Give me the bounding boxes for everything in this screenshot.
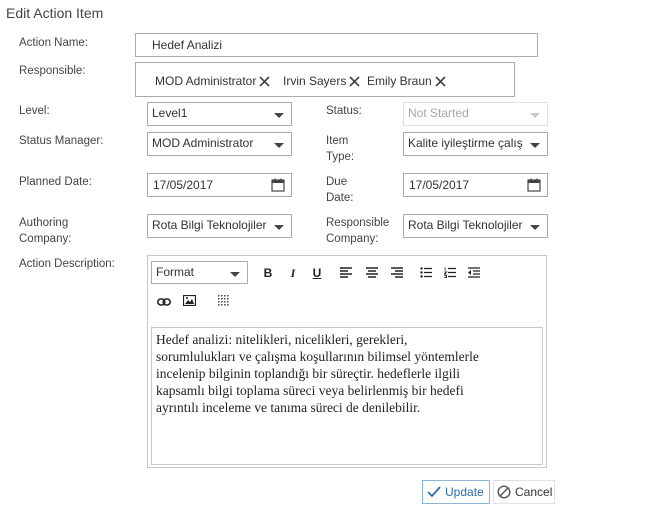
- chevron-down-icon: [530, 113, 540, 118]
- close-icon[interactable]: [259, 76, 270, 90]
- table-icon[interactable]: [216, 295, 232, 310]
- item-type-label: Item Type:: [326, 133, 354, 165]
- chevron-down-icon: [530, 143, 540, 148]
- description-line: sorumlulukları ve çalışma koşullarının b…: [156, 349, 479, 364]
- action-name-value: Hedef Analizi: [152, 38, 223, 52]
- person-chip: MOD Administrator: [155, 74, 270, 94]
- close-icon[interactable]: [349, 76, 360, 90]
- planned-date-input[interactable]: 17/05/2017: [147, 173, 292, 197]
- due-date-label: Due Date:: [326, 174, 354, 206]
- chevron-down-icon: [274, 143, 284, 148]
- person-name: MOD Administrator: [155, 74, 257, 88]
- calendar-icon[interactable]: [527, 178, 541, 195]
- close-icon[interactable]: [435, 76, 446, 90]
- chevron-down-icon: [274, 225, 284, 230]
- person-chip: Emily Braun: [367, 74, 446, 94]
- description-text: Hedef analizi: nitelikleri, nicelikleri,…: [156, 331, 536, 416]
- cancel-icon: [497, 485, 511, 502]
- level-label: Level:: [19, 105, 50, 117]
- description-line: kapsamlı bilgi toplama süreci veya belir…: [156, 383, 464, 398]
- authoring-company-value: Rota Bilgi Teknolojileri: [152, 218, 267, 232]
- level-value: Level1: [152, 106, 188, 120]
- chevron-down-icon: [530, 225, 540, 230]
- bold-button[interactable]: B: [260, 266, 276, 280]
- status-value: Not Started: [408, 106, 469, 120]
- numbered-list-icon[interactable]: [442, 267, 458, 281]
- responsible-company-label: Responsible Company:: [326, 215, 389, 247]
- cancel-button[interactable]: Cancel: [493, 480, 555, 504]
- responsible-label: Responsible:: [19, 65, 86, 77]
- planned-date-value: 17/05/2017: [153, 178, 214, 192]
- chevron-down-icon: [274, 113, 284, 118]
- description-line: incelenip bilginin toplandığı bir süreçt…: [156, 366, 461, 381]
- underline-button[interactable]: U: [309, 266, 325, 280]
- authoring-company-label-line1: Authoring: [19, 217, 69, 229]
- item-type-label-line1: Item: [326, 135, 349, 147]
- action-name-label: Action Name:: [19, 37, 89, 49]
- responsible-company-label-line1: Responsible: [326, 217, 390, 229]
- description-line: ayrıntılı inceleme ve tanıma süreci de d…: [156, 400, 421, 415]
- status-manager-select[interactable]: MOD Administrator: [147, 132, 292, 156]
- responsible-company-value: Rota Bilgi Teknolojileri: [408, 218, 523, 232]
- authoring-company-label: Authoring Company:: [19, 215, 71, 247]
- update-label: Update: [445, 485, 484, 499]
- authoring-company-label-line2: Company:: [19, 233, 72, 245]
- authoring-company-select[interactable]: Rota Bilgi Teknolojileri: [147, 214, 292, 238]
- bullet-list-icon[interactable]: [418, 267, 434, 281]
- update-button[interactable]: Update: [422, 480, 490, 504]
- due-date-label-line1: Due: [326, 176, 348, 188]
- planned-date-label: Planned Date:: [19, 176, 92, 188]
- action-description-label: Action Description:: [19, 258, 115, 270]
- format-select[interactable]: Format: [151, 261, 248, 284]
- format-value: Format: [156, 265, 195, 279]
- level-select[interactable]: Level1: [147, 102, 292, 126]
- chevron-down-icon: [230, 272, 240, 277]
- person-name: Irvin Sayers: [283, 74, 347, 88]
- link-icon[interactable]: [156, 296, 172, 310]
- due-date-value: 17/05/2017: [409, 178, 470, 192]
- item-type-select[interactable]: Kalite iyileştirme çalış…: [403, 132, 548, 156]
- align-right-icon[interactable]: [389, 267, 405, 281]
- due-date-label-line2: Date:: [326, 192, 354, 204]
- cancel-label: Cancel: [515, 485, 553, 499]
- dialog-title: Edit Action Item: [6, 5, 104, 21]
- item-type-label-line2: Type:: [326, 151, 355, 163]
- status-manager-label: Status Manager:: [19, 135, 104, 147]
- image-icon[interactable]: [181, 294, 197, 309]
- due-date-input[interactable]: 17/05/2017: [403, 173, 548, 197]
- item-type-value: Kalite iyileştirme çalış…: [408, 136, 523, 150]
- align-center-icon[interactable]: [364, 267, 380, 281]
- person-name: Emily Braun: [367, 74, 432, 88]
- outdent-icon[interactable]: [466, 267, 482, 281]
- status-select: Not Started: [403, 102, 548, 126]
- responsible-company-label-line2: Company:: [326, 233, 379, 245]
- action-name-input[interactable]: Hedef Analizi: [135, 33, 538, 57]
- status-label: Status:: [326, 105, 362, 117]
- calendar-icon[interactable]: [271, 178, 285, 195]
- person-chip: Irvin Sayers: [283, 74, 360, 94]
- italic-button[interactable]: I: [285, 266, 301, 281]
- description-line: Hedef analizi: nitelikleri, nicelikleri,…: [156, 332, 408, 347]
- responsible-company-select[interactable]: Rota Bilgi Teknolojileri: [403, 214, 548, 238]
- status-manager-value: MOD Administrator: [152, 136, 254, 150]
- checkmark-icon: [427, 485, 441, 502]
- align-left-icon[interactable]: [338, 267, 354, 281]
